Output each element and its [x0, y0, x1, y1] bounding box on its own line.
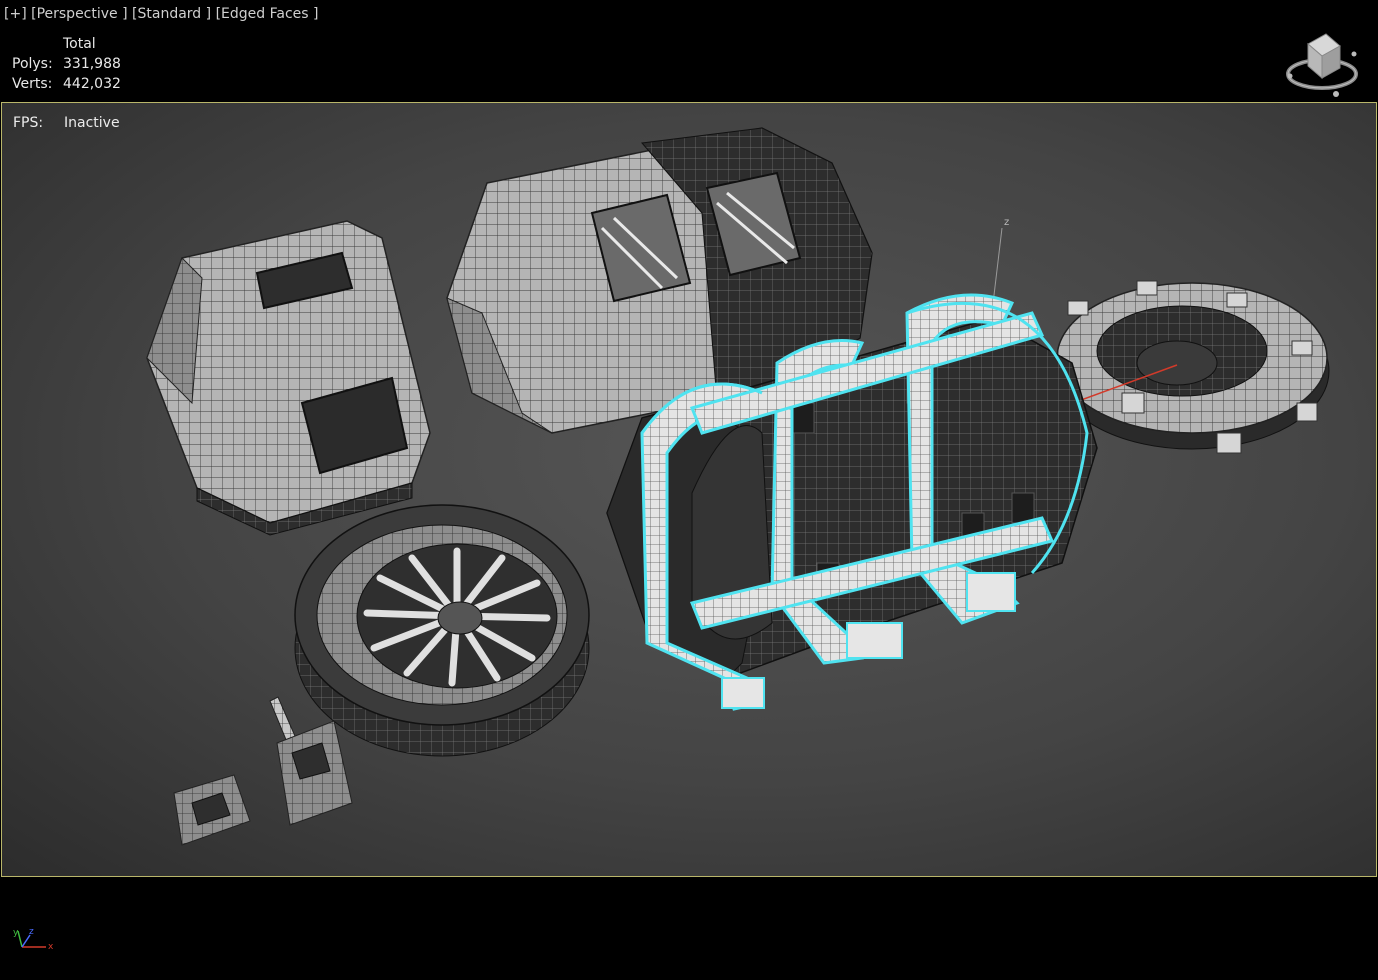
world-axis-tripod: x y z — [13, 927, 54, 952]
fps-readout: FPS: Inactive — [13, 115, 120, 131]
viewport-menu-edged-faces[interactable]: [Edged Faces ] — [216, 6, 319, 22]
small-part-bracket[interactable] — [173, 774, 251, 846]
disc-plate-right[interactable] — [1054, 280, 1330, 454]
axis-y-label: y — [13, 928, 19, 938]
scene-statistics: Total Polys: 331,988 Verts: 442,032 — [12, 34, 121, 94]
fps-label: FPS: — [13, 115, 44, 131]
gizmo-z-label: z — [1004, 217, 1009, 228]
fps-value: Inactive — [64, 115, 120, 131]
viewport-menu-plus[interactable]: [+] — [4, 6, 27, 22]
stats-header: Total — [63, 36, 96, 52]
ring-wheel[interactable] — [294, 504, 590, 757]
axis-z-label: z — [29, 927, 34, 937]
polys-label: Polys: — [12, 56, 53, 72]
viewport-menu-shading[interactable]: [Standard ] — [132, 6, 211, 22]
hull-shell-left[interactable] — [146, 220, 431, 536]
viewport-label-bar: [+] [Perspective ] [Standard ] [Edged Fa… — [4, 6, 318, 22]
scene-canvas[interactable]: z — [2, 103, 1376, 876]
viewcube[interactable] — [1284, 32, 1360, 98]
polys-value: 331,988 — [63, 56, 121, 72]
verts-label: Verts: — [12, 76, 53, 92]
perspective-viewport[interactable]: FPS: Inactive z — [1, 102, 1377, 877]
verts-value: 442,032 — [63, 76, 121, 92]
axis-x-label: x — [48, 942, 54, 952]
viewport-menu-perspective[interactable]: [Perspective ] — [31, 6, 127, 22]
